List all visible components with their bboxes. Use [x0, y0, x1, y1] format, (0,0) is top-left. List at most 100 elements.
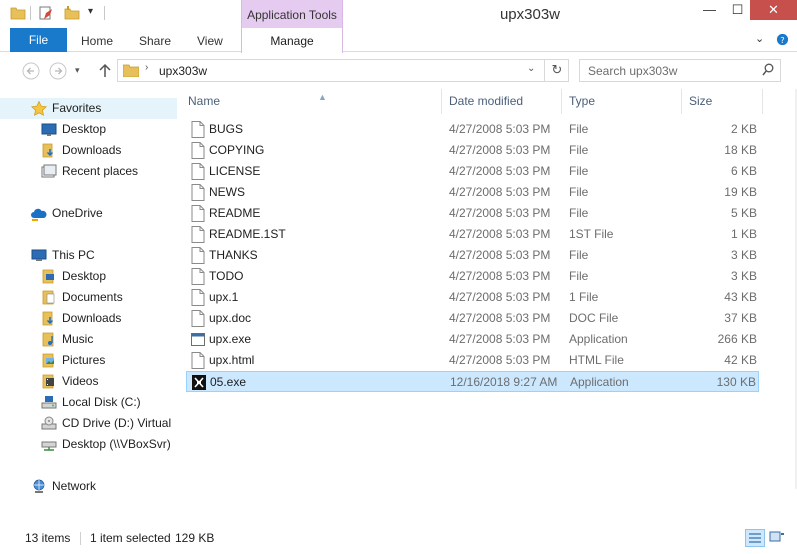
close-button[interactable]: ✕	[750, 0, 797, 20]
table-row[interactable]: LICENSE 4/27/2008 5:03 PM File 6 KB	[186, 161, 759, 182]
nav-item-videos[interactable]: Videos	[0, 371, 177, 392]
file-type: File	[569, 143, 589, 157]
status-selection-size: 129 KB	[175, 531, 215, 545]
nav-item-music[interactable]: Music	[0, 329, 177, 350]
tab-home[interactable]: Home	[81, 28, 113, 52]
downloads-folder-icon	[42, 143, 54, 158]
nav-label-cd-drive: CD Drive (D:) Virtual	[62, 416, 172, 430]
help-icon[interactable]: ?	[776, 33, 789, 46]
downloads-folder-icon	[42, 311, 54, 326]
nav-item-network-share[interactable]: Desktop (\\VBoxSvr)	[0, 434, 177, 455]
search-icon[interactable]	[762, 63, 774, 77]
address-dropdown-icon[interactable]: ⌄	[527, 63, 535, 74]
tab-view[interactable]: View	[197, 28, 223, 52]
column-header-date[interactable]: Date modified	[449, 89, 523, 114]
file-name: COPYING	[209, 143, 265, 157]
table-row[interactable]: BUGS 4/27/2008 5:03 PM File 2 KB	[186, 119, 759, 140]
nav-item-this-pc[interactable]: This PC	[0, 245, 177, 266]
nav-item-favorites-desktop[interactable]: Desktop	[0, 119, 177, 140]
recent-places-icon	[41, 164, 57, 178]
up-arrow-icon[interactable]	[97, 62, 113, 79]
file-date-modified: 4/27/2008 5:03 PM	[449, 227, 551, 241]
minimize-button[interactable]: —	[695, 0, 724, 22]
nav-item-local-disk[interactable]: Local Disk (C:)	[0, 392, 177, 413]
minimize-icon: —	[703, 2, 716, 17]
table-row[interactable]: upx.doc 4/27/2008 5:03 PM DOC File 37 KB	[186, 308, 759, 329]
tab-manage-label: Manage	[270, 34, 314, 48]
document-icon	[191, 121, 205, 138]
column-divider[interactable]	[762, 89, 763, 114]
file-type: File	[569, 164, 589, 178]
column-divider[interactable]	[681, 89, 682, 114]
tab-manage[interactable]: Manage	[241, 28, 343, 53]
file-name: BUGS	[209, 122, 244, 136]
column-header-type[interactable]: Type	[569, 89, 595, 114]
nav-item-favorites[interactable]: Favorites	[0, 98, 177, 119]
tab-share[interactable]: Share	[139, 28, 171, 52]
search-input[interactable]: Search upx303w	[579, 59, 781, 82]
forward-button[interactable]	[47, 62, 69, 80]
table-row[interactable]: TODO 4/27/2008 5:03 PM File 3 KB	[186, 266, 759, 287]
nav-item-network[interactable]: Network	[0, 476, 177, 497]
details-view-button[interactable]	[745, 529, 765, 547]
table-row[interactable]: NEWS 4/27/2008 5:03 PM File 19 KB	[186, 182, 759, 203]
file-date-modified: 4/27/2008 5:03 PM	[449, 353, 551, 367]
nav-item-recent-places[interactable]: Recent places	[0, 161, 177, 182]
file-name: THANKS	[209, 248, 258, 262]
file-size: 3 KB	[730, 269, 757, 283]
nav-item-onedrive[interactable]: OneDrive	[0, 203, 177, 224]
back-button[interactable]	[20, 62, 42, 80]
nav-item-cd-drive[interactable]: CD Drive (D:) Virtual	[0, 413, 177, 434]
table-row[interactable]: upx.1 4/27/2008 5:03 PM 1 File 43 KB	[186, 287, 759, 308]
file-date-modified: 4/27/2008 5:03 PM	[449, 269, 551, 283]
file-size: 1 KB	[730, 227, 757, 241]
table-row[interactable]: upx.exe 4/27/2008 5:03 PM Application 266 K…	[186, 329, 759, 350]
nav-item-pc-desktop[interactable]: Desktop	[0, 266, 177, 287]
refresh-button[interactable]: ↻	[544, 60, 569, 81]
file-size: 5 KB	[730, 206, 757, 220]
chevron-down-icon[interactable]: ⌄	[755, 32, 764, 45]
column-header-size[interactable]: Size	[689, 89, 712, 114]
nav-item-pc-downloads[interactable]: Downloads	[0, 308, 177, 329]
folder-icon[interactable]	[10, 5, 26, 21]
quick-access-divider	[30, 6, 31, 20]
table-row[interactable]: COPYING 4/27/2008 5:03 PM File 18 KB	[186, 140, 759, 161]
nav-label-documents: Documents	[62, 290, 123, 304]
nav-item-documents[interactable]: Documents	[0, 287, 177, 308]
forward-arrow-icon	[49, 62, 67, 80]
search-placeholder: Search upx303w	[588, 64, 678, 78]
address-bar[interactable]: › upx303w ⌄ ↻	[117, 59, 569, 82]
table-row[interactable]: THANKS 4/27/2008 5:03 PM File 3 KB	[186, 245, 759, 266]
breadcrumb-chevron-icon[interactable]: ›	[145, 62, 148, 73]
table-row-selected[interactable]: 05.exe 12/16/2018 9:27 AM Application 130 K…	[186, 371, 759, 392]
column-divider[interactable]	[561, 89, 562, 114]
file-size: 2 KB	[730, 122, 757, 136]
documents-folder-icon	[42, 290, 55, 305]
file-size: 266 KB	[717, 332, 757, 346]
videos-folder-icon	[42, 374, 54, 389]
maximize-button[interactable]: ☐	[723, 0, 752, 22]
network-drive-icon	[41, 441, 57, 451]
nav-label-favorites: Favorites	[52, 101, 102, 115]
properties-icon[interactable]	[38, 5, 54, 21]
nav-item-favorites-downloads[interactable]: Downloads	[0, 140, 177, 161]
column-header-name[interactable]: Name ▲	[188, 89, 327, 114]
customize-toolbar-icon[interactable]: ▾	[88, 6, 93, 17]
nav-item-pictures[interactable]: Pictures	[0, 350, 177, 371]
file-type: Application	[569, 332, 628, 346]
recent-locations-icon[interactable]: ▾	[75, 65, 80, 76]
table-row[interactable]: README.1ST 4/27/2008 5:03 PM 1ST File 1 KB	[186, 224, 759, 245]
computer-icon	[31, 249, 47, 261]
column-divider[interactable]	[441, 89, 442, 114]
new-folder-icon[interactable]	[64, 5, 80, 21]
large-icons-view-button[interactable]	[768, 529, 788, 547]
file-date-modified: 12/16/2018 9:27 AM	[450, 375, 558, 389]
tab-file[interactable]: File	[10, 28, 67, 52]
file-type: Application	[570, 375, 629, 389]
table-row[interactable]: README 4/27/2008 5:03 PM File 5 KB	[186, 203, 759, 224]
breadcrumb-current-folder[interactable]: upx303w	[159, 64, 207, 78]
file-type: File	[569, 206, 589, 220]
maximize-icon: ☐	[731, 2, 744, 17]
onedrive-cloud-icon	[31, 208, 47, 221]
table-row[interactable]: upx.html 4/27/2008 5:03 PM HTML File 42 KB	[186, 350, 759, 371]
